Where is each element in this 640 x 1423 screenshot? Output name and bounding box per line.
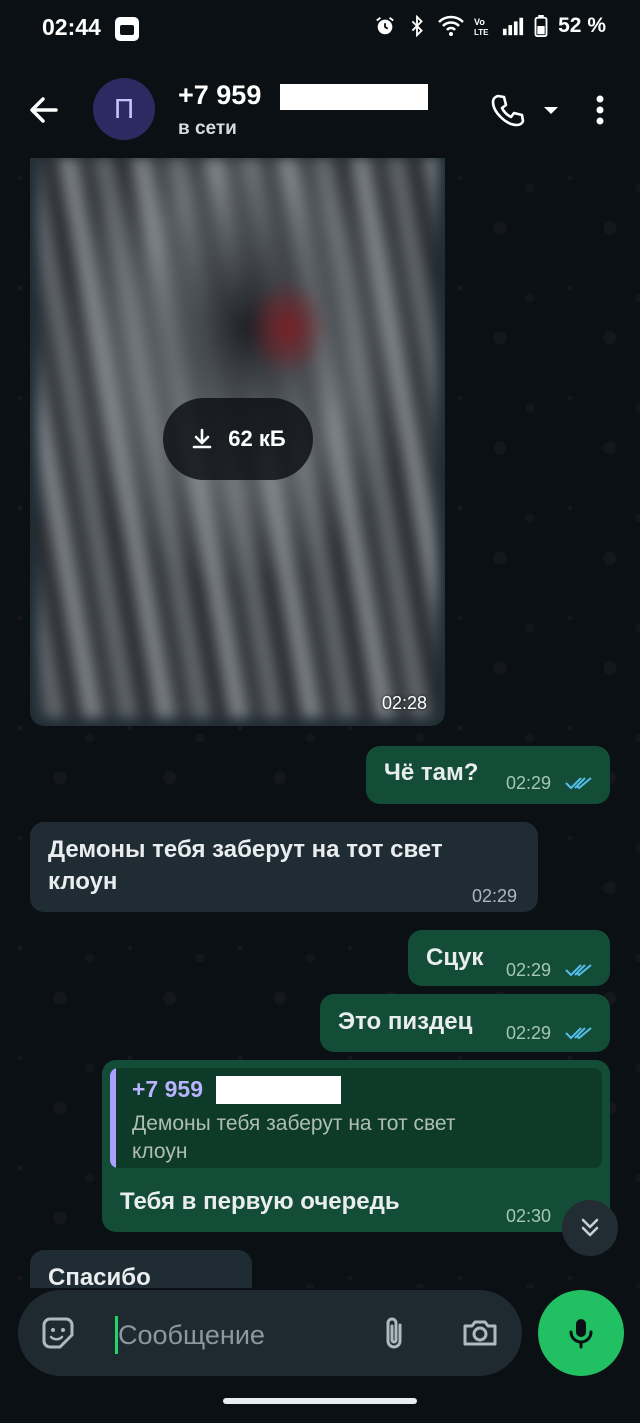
image-message[interactable]: 62 кБ 02:28	[30, 158, 445, 726]
attach-icon[interactable]	[374, 1313, 414, 1353]
message-text: Это пиздец	[338, 1008, 473, 1035]
read-ticks-icon	[565, 777, 592, 790]
sticker-icon[interactable]	[38, 1313, 78, 1353]
message-line: клоун	[48, 868, 118, 895]
redaction-box	[280, 84, 428, 110]
alarm-icon	[376, 17, 394, 35]
status-bar: 02:44 Vo LTE 52 %	[0, 0, 640, 60]
message-time: 02:28	[381, 693, 427, 713]
status-icons: Vo LTE 52 %	[374, 14, 606, 38]
message-time: 02:29	[472, 886, 518, 906]
outgoing-message[interactable]: Чё там? 02:29	[366, 746, 610, 804]
back-arrow-icon[interactable]	[24, 90, 64, 130]
quoted-sender: +7 959	[132, 1076, 203, 1102]
camera-icon[interactable]	[460, 1313, 500, 1353]
mic-icon	[569, 1319, 593, 1349]
voice-message-button[interactable]	[538, 1290, 624, 1376]
message-time: 02:29	[506, 960, 552, 980]
volte-icon: VoLTE	[474, 17, 489, 37]
read-ticks-icon	[565, 964, 592, 977]
redaction-box	[216, 1076, 341, 1104]
incoming-message[interactable]: Демоны тебя заберут на тот свет клоун 02…	[30, 822, 538, 912]
composer-bar	[0, 1288, 640, 1423]
download-button[interactable]: 62 кБ	[163, 398, 313, 480]
home-indicator	[223, 1398, 417, 1404]
quoted-line: клоун	[132, 1140, 188, 1163]
more-vertical-icon[interactable]	[584, 92, 616, 128]
message-text: Демоны тебя заберут на тот свет клоун	[48, 834, 443, 898]
read-ticks-icon	[565, 1027, 592, 1040]
scroll-to-bottom-button[interactable]	[562, 1200, 618, 1256]
message-input[interactable]	[118, 1318, 378, 1352]
signal-icon	[503, 17, 524, 36]
message-list[interactable]: 62 кБ 02:28 Чё там? 02:29 Демоны тебя за…	[0, 158, 640, 1288]
phone-icon[interactable]	[490, 92, 526, 128]
battery-percent: 52 %	[558, 14, 606, 37]
message-input-container[interactable]	[18, 1290, 522, 1376]
message-time: 02:29	[506, 773, 552, 793]
message-text: Чё там?	[384, 759, 479, 786]
file-size: 62 кБ	[228, 426, 286, 451]
dropdown-icon[interactable]	[536, 92, 566, 128]
quote-bar	[110, 1068, 116, 1168]
message-line: Демоны тебя заберут на тот свет	[48, 836, 443, 863]
double-chevron-down-icon	[581, 1218, 599, 1237]
battery-icon	[534, 15, 548, 37]
svg-text:Vo: Vo	[474, 17, 485, 27]
app-icon	[115, 17, 139, 41]
bluetooth-icon	[411, 15, 424, 37]
wifi-icon	[438, 15, 465, 36]
contact-status: в сети	[178, 118, 237, 139]
svg-text:LTE: LTE	[474, 28, 489, 37]
message-text: Тебя в первую очередь	[120, 1188, 400, 1215]
quoted-message[interactable]: +7 959 Демоны тебя заберут на тот свет к…	[110, 1068, 602, 1168]
incoming-message[interactable]: Спасибо	[30, 1250, 252, 1288]
avatar-letter: П	[113, 93, 135, 124]
outgoing-reply-message[interactable]: +7 959 Демоны тебя заберут на тот свет к…	[102, 1060, 610, 1232]
quoted-line: Демоны тебя заберут на тот свет	[132, 1112, 456, 1135]
outgoing-message[interactable]: Сцук 02:29	[408, 930, 610, 986]
outgoing-message[interactable]: Это пиздец 02:29	[320, 994, 610, 1052]
chat-header: П +7 959 в сети	[0, 60, 640, 158]
message-time: 02:30	[506, 1206, 552, 1226]
avatar[interactable]: П	[93, 78, 155, 140]
contact-name[interactable]: +7 959	[178, 80, 261, 111]
download-icon	[192, 428, 212, 449]
message-text: Спасибо	[48, 1264, 151, 1288]
message-text: Сцук	[426, 944, 484, 971]
message-time: 02:29	[506, 1023, 552, 1043]
quoted-text: Демоны тебя заберут на тот свет клоун	[132, 1110, 552, 1166]
status-time: 02:44	[42, 14, 101, 40]
